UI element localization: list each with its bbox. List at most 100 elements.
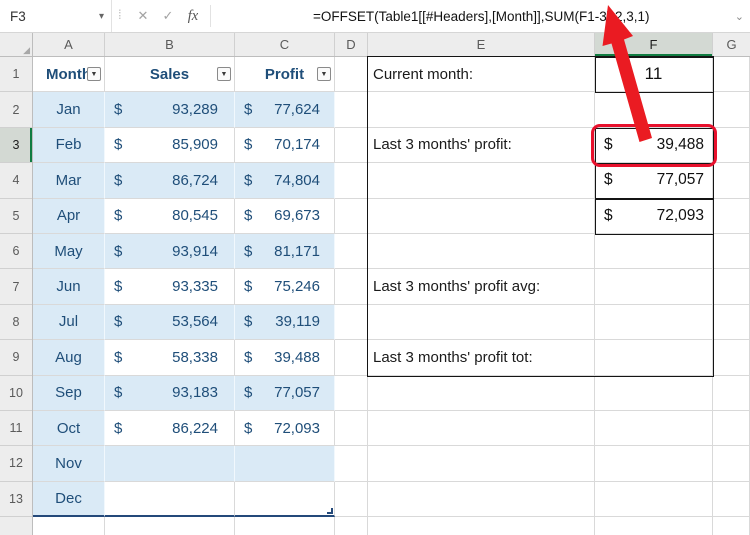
cell-empty[interactable] (595, 410, 713, 447)
row-header-7[interactable]: 7 (0, 269, 32, 305)
cell-empty[interactable] (368, 446, 595, 482)
cell-profit-jun[interactable]: $ 75,246 (235, 269, 335, 305)
row-header-3-selected[interactable]: 3 (0, 127, 32, 164)
cell-empty[interactable] (335, 304, 368, 341)
cell-empty[interactable] (335, 198, 368, 234)
cell-current-month-value[interactable]: 11 (595, 57, 713, 93)
row-header-13[interactable]: 13 (0, 482, 32, 518)
cell-empty[interactable] (713, 304, 750, 341)
cell-empty[interactable] (368, 481, 595, 518)
cell-empty[interactable] (335, 57, 368, 93)
col-header-g[interactable]: G (713, 33, 750, 56)
formula-input[interactable]: =OFFSET(Table1[[#Headers],[Month]],SUM(F… (313, 0, 650, 32)
cell-month-nov[interactable]: Nov (33, 446, 105, 482)
cell-sales-dec[interactable] (105, 481, 235, 518)
cell-profit-aug[interactable]: $ 39,488 (235, 340, 335, 376)
cell-empty[interactable] (713, 92, 750, 128)
cell-empty[interactable] (595, 233, 713, 270)
cell-profit-sep[interactable]: $ 77,057 (235, 375, 335, 411)
cell-sales-may[interactable]: $ 93,914 (105, 233, 235, 270)
row-header-2[interactable]: 2 (0, 92, 32, 128)
row-header-4[interactable]: 4 (0, 163, 32, 199)
cell-empty[interactable] (335, 233, 368, 270)
cell-month-jun[interactable]: Jun (33, 269, 105, 305)
cell-last3-profit-value-1[interactable]: $ 39,488 (595, 127, 713, 164)
insert-function-icon[interactable]: fx (182, 0, 204, 32)
cell-empty[interactable] (335, 410, 368, 447)
name-box-caret-icon[interactable]: ▾ (99, 11, 104, 22)
cell-empty[interactable] (595, 517, 713, 535)
cell-sales-aug[interactable]: $ 58,338 (105, 340, 235, 376)
cell-empty[interactable] (713, 517, 750, 535)
cell-empty[interactable] (235, 517, 335, 535)
cell-empty[interactable] (713, 198, 750, 234)
cell-month-apr[interactable]: Apr (33, 198, 105, 234)
cell-sales-jun[interactable]: $ 93,335 (105, 269, 235, 305)
cell-empty[interactable] (713, 233, 750, 270)
cell-empty[interactable] (713, 375, 750, 411)
cell-last3-profit-value-2[interactable]: $ 77,057 (595, 163, 713, 199)
enter-icon[interactable]: ✓ (157, 0, 179, 32)
col-header-f-selected[interactable]: F (595, 33, 713, 56)
cell-profit-feb[interactable]: $ 70,174 (235, 127, 335, 164)
cell-empty[interactable] (105, 517, 235, 535)
cell-last3-profit-label[interactable]: Last 3 months' profit: (368, 127, 595, 164)
cell-empty[interactable] (368, 517, 595, 535)
cell-sales-mar[interactable]: $ 86,724 (105, 163, 235, 199)
cell-empty[interactable] (595, 340, 713, 376)
filter-dropdown-icon[interactable]: ▼ (317, 67, 331, 82)
cell-month-jul[interactable]: Jul (33, 304, 105, 341)
cell-empty[interactable] (713, 57, 750, 93)
cell-empty[interactable] (335, 163, 368, 199)
cell-profit-jul[interactable]: $ 39,119 (235, 304, 335, 341)
cell-empty[interactable] (335, 127, 368, 164)
cell-empty[interactable] (713, 127, 750, 164)
row-header-8[interactable]: 8 (0, 305, 32, 341)
cell-empty[interactable] (713, 269, 750, 305)
table-resize-handle[interactable] (327, 508, 333, 515)
cell-month-sep[interactable]: Sep (33, 375, 105, 411)
cell-empty[interactable] (713, 163, 750, 199)
cell-profit-nov[interactable] (235, 446, 335, 482)
col-header-c[interactable]: C (235, 33, 335, 56)
cell-month-mar[interactable]: Mar (33, 163, 105, 199)
cell-empty[interactable] (335, 446, 368, 482)
cell-profit-may[interactable]: $ 81,171 (235, 233, 335, 270)
cell-sales-jul[interactable]: $ 53,564 (105, 304, 235, 341)
cell-empty[interactable] (595, 269, 713, 305)
cell-empty[interactable] (335, 92, 368, 128)
col-header-d[interactable]: D (335, 33, 368, 56)
cell-month-feb[interactable]: Feb (33, 127, 105, 164)
cell-empty[interactable] (368, 410, 595, 447)
row-header-10[interactable]: 10 (0, 376, 32, 411)
cell-sales-sep[interactable]: $ 93,183 (105, 375, 235, 411)
cell-profit-jan[interactable]: $ 77,624 (235, 92, 335, 128)
cell-profit-oct[interactable]: $ 72,093 (235, 410, 335, 447)
table-header-month[interactable]: Month ▼ (33, 57, 105, 93)
table-header-sales[interactable]: Sales ▼ (105, 57, 235, 93)
cell-empty[interactable] (368, 375, 595, 411)
cell-empty[interactable] (595, 92, 713, 128)
select-all-corner[interactable]: ◢ (0, 33, 33, 56)
cell-empty[interactable] (595, 446, 713, 482)
name-box[interactable]: F3 ▾ (0, 0, 112, 32)
cell-empty[interactable] (335, 481, 368, 518)
cell-empty[interactable] (335, 375, 368, 411)
cell-empty[interactable] (335, 269, 368, 305)
filter-dropdown-icon[interactable]: ▼ (217, 67, 231, 82)
cell-last3-profit-value-3[interactable]: $ 72,093 (595, 198, 713, 234)
cell-empty[interactable] (595, 375, 713, 411)
cell-empty[interactable] (595, 304, 713, 341)
cell-last3-tot-label[interactable]: Last 3 months' profit tot: (368, 340, 595, 376)
cell-month-dec[interactable]: Dec (33, 481, 105, 518)
cell-month-may[interactable]: May (33, 233, 105, 270)
cell-empty[interactable] (713, 446, 750, 482)
row-header-5[interactable]: 5 (0, 199, 32, 234)
cell-empty[interactable] (713, 410, 750, 447)
col-header-b[interactable]: B (105, 33, 235, 56)
cell-month-aug[interactable]: Aug (33, 340, 105, 376)
row-header-9[interactable]: 9 (0, 340, 32, 376)
cell-empty[interactable] (368, 304, 595, 341)
cell-empty[interactable] (595, 481, 713, 518)
cell-empty[interactable] (713, 481, 750, 518)
